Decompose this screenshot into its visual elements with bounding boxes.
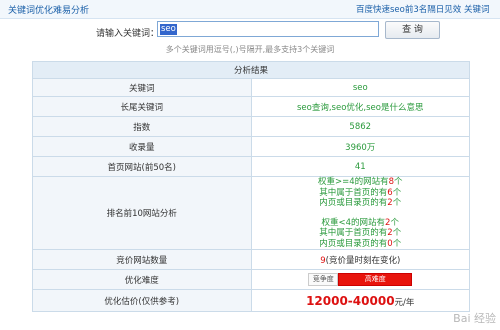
top-bar: 关键词优化难易分析 百度快速seo前3名隔日见效 关键词	[0, 0, 500, 19]
row-value-difficulty: 竞争度 高难度	[250, 269, 470, 290]
row-label-price: 优化估价(仅供参考)	[32, 289, 252, 312]
row-value-index: 5862	[250, 116, 470, 137]
difficulty-tag: 竞争度	[308, 273, 339, 286]
row-value-indexed: 3960万	[250, 136, 470, 157]
page-title: 关键词优化难易分析	[8, 6, 90, 16]
row-label-index: 指数	[32, 116, 252, 137]
search-label: 请输入关键词：	[96, 29, 160, 39]
search-hint: 多个关键词用逗号(,)号隔开,最多支持3个关键词	[165, 45, 335, 54]
rank-line-b1: 权重<4的网站有2个	[321, 217, 399, 228]
keyword-input-value: seo	[160, 24, 177, 35]
row-label-ranking: 排名前10网站分析	[32, 176, 252, 250]
query-button[interactable]: 查 询	[385, 21, 440, 39]
rank-line-a1: 权重>=4的网站有8个	[317, 177, 403, 187]
results-table: 分析结果 关键词 seo 长尾关键词 seo查询,seo优化,seo是什么意思 …	[32, 61, 470, 312]
row-label-homepage: 首页网站(前50名)	[32, 156, 252, 177]
watermark-logo: Bai 经验	[453, 312, 496, 325]
row-value-homepage: 41	[250, 156, 470, 177]
promo-link[interactable]: 百度快速seo前3名隔日见效	[356, 3, 461, 15]
row-label-keyword: 关键词	[32, 78, 252, 97]
rank-line-a3: 内页或目录页的有2个	[319, 198, 402, 208]
row-label-bid: 竞价网站数量	[32, 249, 252, 270]
nav-link-keywords[interactable]: 关键词	[464, 3, 490, 15]
row-label-indexed: 收录量	[32, 136, 252, 157]
rank-line-b2: 其中属于首页的有2个	[319, 228, 402, 238]
row-value-price: 12000-40000元/年	[250, 289, 470, 312]
row-value-longtail: seo查询,seo优化,seo是什么意思	[250, 96, 470, 117]
row-label-longtail: 长尾关键词	[32, 96, 252, 117]
rank-line-b3: 内页或目录页的有0个	[319, 238, 402, 249]
keyword-input[interactable]: seo	[157, 21, 379, 37]
row-label-difficulty: 优化难度	[32, 269, 252, 290]
row-value-ranking: 权重>=4的网站有8个 其中属于首页的有6个 内页或目录页的有2个 权重<4的网…	[250, 176, 470, 250]
rank-line-a2: 其中属于首页的有6个	[319, 187, 402, 198]
row-value-bid: 9(竞价量时刻在变化)	[250, 249, 470, 270]
row-value-keyword: seo	[250, 78, 470, 97]
results-heading: 分析结果	[32, 61, 470, 79]
difficulty-bar: 高难度	[338, 273, 413, 286]
